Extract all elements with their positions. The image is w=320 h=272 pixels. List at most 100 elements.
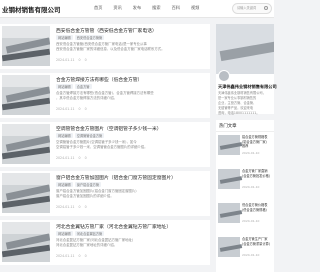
hot-article-date: 2024-01-10	[242, 219, 260, 223]
article-date: 2024-01-11	[56, 205, 75, 209]
article-views: 0	[78, 107, 81, 111]
profile-banner	[216, 24, 274, 74]
search-icon[interactable]	[264, 6, 268, 10]
hot-article-title-line: 推荐	[242, 144, 249, 148]
article-views: 0	[78, 254, 81, 258]
avatar[interactable]	[218, 70, 230, 82]
article-title[interactable]: 窗户铝合金方管加固图片（铝合金门窗方管固定窗图片）	[56, 174, 206, 181]
nav-item-news[interactable]: 资讯	[113, 5, 121, 11]
article-author-tag[interactable]: 网站编辑	[56, 35, 73, 40]
article-summary: 合金方管焊接方法有哪些(低合金方管)，合金方管焊接方法有哪些 ，其中低合金方管焊接…	[56, 91, 206, 101]
article-tags: 网站编辑 空调管管合金方管	[56, 133, 106, 138]
article-thumbnail[interactable]	[2, 75, 50, 115]
article-meta: 2024-01-11 0 0	[56, 107, 87, 111]
article-date: 2024-01-11	[56, 254, 75, 258]
article-author-tag[interactable]: 网站编辑	[56, 84, 73, 89]
hot-articles-panel: 热门文章 铝合金方管规格表 (铝合金方管厂家) 推荐 2024-01-10 合金方管…	[216, 120, 274, 272]
article-author-tag[interactable]: 网站编辑	[56, 231, 73, 236]
nav-item-home[interactable]: 首页	[94, 5, 102, 11]
hot-article-thumbnail[interactable]	[218, 135, 243, 155]
hot-article-title[interactable]: 合金方管生产厂家 (合金方管重量计算)	[242, 237, 274, 246]
hot-article-item[interactable]: 合金方管生产厂家 (合金方管重量计算) 2024-01-10	[218, 237, 274, 267]
article-card[interactable]: 空调管管合金方管图片（空调铝管子多少钱一米） 网站编辑 空调管管合金方管 空调管管…	[0, 122, 210, 167]
article-likes: 0	[84, 156, 87, 160]
article-likes: 0	[84, 58, 87, 62]
article-summary: 空调管管合金方管图片(空调铝管子多少钱一米)，如今 空调铝管子多少钱一米，空调管管…	[56, 140, 206, 150]
company-name[interactable]: 天津伟鑫伟业钢材销售有限公司	[218, 84, 277, 90]
article-views: 0	[78, 156, 81, 160]
nav-item-video[interactable]: 视频	[191, 5, 199, 11]
article-title[interactable]: 空调管管合金方管图片（空调铝管子多少钱一米）	[56, 125, 206, 132]
article-summary: 西安低合金方管管(西安低合金方管厂家电话)是一家专业从事 西安低合金方管管厂家的详…	[56, 42, 206, 52]
hot-article-title-line: (低合金方管规格)	[242, 207, 267, 212]
article-thumbnail[interactable]	[2, 124, 50, 164]
company-description-line: 咨询，电话18001111111。	[218, 111, 260, 115]
main-nav: 首页 资讯 发布 搜索 百科 视频	[94, 5, 199, 11]
article-topic-tag[interactable]: 西安低合金方管管	[74, 35, 105, 40]
article-likes: 0	[84, 205, 87, 209]
hot-article-thumbnail[interactable]	[218, 169, 243, 189]
article-summary: 河北合金翼钻方管厂家(河北合金翼钻方管厂家地址) 河北合金翼钻方管厂家地址的详细介…	[56, 238, 206, 248]
divider	[216, 131, 274, 132]
company-profile-card: 天津伟鑫伟业钢材销售有限公司 天津伟鑫伟业钢材销售有限公司， 是一家专业从事钢材…	[216, 24, 277, 116]
hot-articles-title: 热门文章	[219, 124, 237, 129]
article-topic-tag[interactable]: 空调管管合金方管	[74, 133, 105, 138]
hot-article-title[interactable]: 低合金方管价格表 (低合金方管规格)	[242, 203, 274, 212]
article-date: 2024-01-11	[56, 156, 75, 160]
hot-article-title[interactable]: 合金方管厂家直销 (合金方管批发价格)	[242, 169, 274, 178]
article-summary-line: 河北合金翼钻方管厂家地址的详细介绍。	[56, 243, 118, 247]
article-thumbnail[interactable]	[2, 173, 50, 213]
article-summary-line: 窗户铝合金方管加固图片的详细介绍。	[56, 194, 114, 198]
article-date: 2024-01-11	[56, 58, 75, 62]
article-thumbnail[interactable]	[2, 222, 50, 262]
article-title[interactable]: 合金方管焊接方法有哪些（低合金方管）	[56, 76, 206, 83]
hot-article-title-line: (合金方管批发价格)	[242, 173, 270, 178]
article-title[interactable]: 河北合金翼钻方管厂家（河北合金翼钻方管厂家地址）	[56, 223, 206, 230]
article-card[interactable]: 西安低合金方管管（西安低合金方管厂家电话） 网站编辑 西安低合金方管管 西安低合金…	[0, 24, 210, 69]
article-meta: 2024-01-11 0 0	[56, 156, 87, 160]
nav-item-wiki[interactable]: 百科	[172, 5, 180, 11]
hot-article-item[interactable]: 低合金方管价格表 (低合金方管规格) 2024-01-10	[218, 203, 274, 233]
article-likes: 0	[84, 107, 87, 111]
article-topic-tag[interactable]: 河北合金翼钻方管	[74, 231, 105, 236]
hot-article-thumbnail[interactable]	[218, 203, 243, 223]
article-summary-line: 西安低合金方管管厂家的详细信息，以及低合金方管厂家电话联系方式。	[56, 47, 165, 51]
hot-article-item[interactable]: 铝合金方管规格表 (铝合金方管厂家) 推荐 2024-01-10	[218, 135, 274, 165]
article-author-tag[interactable]: 网站编辑	[56, 133, 73, 138]
article-card[interactable]: 窗户铝合金方管加固图片（铝合金门窗方管固定窗图片） 网站编辑 窗户铝合金方管 窗户…	[0, 171, 210, 216]
nav-item-publish[interactable]: 发布	[133, 5, 141, 11]
article-summary-line: 空调铝管子多少钱一米，空调管管合金方管图片的详细介绍。	[56, 145, 148, 149]
article-author-tag[interactable]: 网站编辑	[56, 182, 73, 187]
article-topic-tag[interactable]: 窗户铝合金方管	[74, 182, 102, 187]
article-thumbnail[interactable]	[2, 26, 50, 66]
article-title[interactable]: 西安低合金方管管（西安低合金方管厂家电话）	[56, 27, 206, 34]
top-bar: 业钢材销售有限公司 首页 资讯 发布 搜索 百科 视频 请输入关键词	[0, 0, 274, 18]
article-views: 0	[78, 58, 81, 62]
hot-article-date: 2024-01-10	[242, 185, 260, 189]
search-input[interactable]: 请输入关键词	[232, 3, 272, 14]
search-placeholder: 请输入关键词	[237, 6, 257, 10]
article-date: 2024-01-11	[56, 107, 75, 111]
nav-item-search[interactable]: 搜索	[152, 5, 160, 11]
article-card[interactable]: 合金方管焊接方法有哪些（低合金方管） 网站编辑 合金方管 合金方管焊接方法有哪些(…	[0, 73, 210, 118]
hot-article-date: 2024-01-10	[242, 253, 260, 257]
article-topic-tag[interactable]: 合金方管	[74, 84, 92, 89]
hot-article-date: 2024-01-10	[242, 151, 260, 155]
hot-article-title-line: (合金方管重量计算)	[242, 241, 270, 246]
company-description: 天津伟鑫伟业钢材销售有限公司， 是一家专业从事钢材销售的 企业，主营方管、合金管…	[218, 91, 274, 116]
article-tags: 网站编辑 窗户铝合金方管	[56, 182, 103, 187]
article-views: 0	[78, 205, 81, 209]
article-tags: 网站编辑 西安低合金方管管	[56, 35, 106, 40]
article-meta: 2024-01-11 0 0	[56, 254, 87, 258]
hot-article-title[interactable]: 铝合金方管规格表 (铝合金方管厂家) 推荐	[242, 135, 274, 149]
hot-article-thumbnail[interactable]	[218, 237, 243, 257]
hot-article-item[interactable]: 合金方管厂家直销 (合金方管批发价格) 2024-01-10	[218, 169, 274, 199]
article-tags: 网站编辑 河北合金翼钻方管	[56, 231, 106, 236]
article-summary: 窗户铝合金方管加固图片(铝合金门窗方管固定窗图片) 窗户铝合金方管加固图片的详细介…	[56, 189, 206, 199]
article-likes: 0	[84, 254, 87, 258]
site-logo-text[interactable]: 业钢材销售有限公司	[2, 4, 61, 14]
article-card[interactable]: 河北合金翼钻方管厂家（河北合金翼钻方管厂家地址） 网站编辑 河北合金翼钻方管 河北…	[0, 220, 210, 265]
article-tags: 网站编辑 合金方管	[56, 84, 94, 89]
article-summary-line: ，其中低合金方管焊接方法的详细介绍。	[56, 96, 118, 100]
article-meta: 2024-01-11 0 0	[56, 205, 87, 209]
